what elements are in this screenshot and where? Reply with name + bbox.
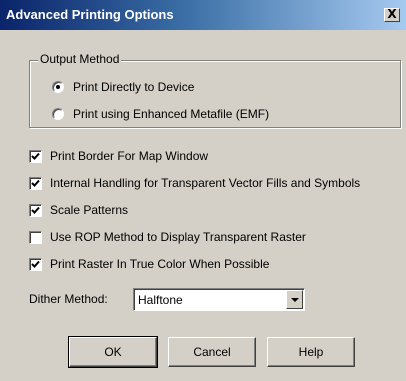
radio-print-emf-indicator[interactable] bbox=[52, 108, 64, 120]
ok-button[interactable]: OK bbox=[68, 336, 158, 368]
output-method-label: Output Method bbox=[38, 52, 122, 66]
radio-print-directly-label: Print Directly to Device bbox=[73, 80, 195, 94]
radio-print-directly[interactable]: Print Directly to Device bbox=[52, 79, 194, 95]
checkbox-rop-method[interactable]: Use ROP Method to Display Transparent Ra… bbox=[29, 229, 306, 245]
checkbox-rop-method-box[interactable] bbox=[29, 230, 42, 244]
checkbox-true-color[interactable]: Print Raster In True Color When Possible bbox=[29, 256, 269, 272]
radio-print-emf[interactable]: Print using Enhanced Metafile (EMF) bbox=[52, 106, 269, 122]
checkbox-true-color-box[interactable] bbox=[29, 257, 42, 271]
close-button[interactable]: X bbox=[384, 8, 400, 22]
checkbox-internal-handling[interactable]: Internal Handling for Transparent Vector… bbox=[29, 175, 360, 191]
checkbox-rop-method-label: Use ROP Method to Display Transparent Ra… bbox=[50, 230, 306, 244]
chevron-down-icon[interactable] bbox=[286, 290, 303, 309]
checkbox-true-color-label: Print Raster In True Color When Possible bbox=[50, 257, 270, 271]
dither-method-select[interactable]: Halftone bbox=[133, 288, 305, 311]
radio-print-emf-label: Print using Enhanced Metafile (EMF) bbox=[73, 107, 270, 121]
checkbox-print-border-label: Print Border For Map Window bbox=[50, 149, 209, 163]
checkbox-internal-handling-box[interactable] bbox=[29, 176, 42, 190]
checkbox-scale-patterns[interactable]: Scale Patterns bbox=[29, 202, 128, 218]
window-title: Advanced Printing Options bbox=[6, 7, 174, 22]
cancel-button[interactable]: Cancel bbox=[168, 337, 256, 367]
help-button[interactable]: Help bbox=[267, 337, 355, 367]
checkbox-print-border-box[interactable] bbox=[29, 149, 42, 163]
checkbox-print-border[interactable]: Print Border For Map Window bbox=[29, 148, 208, 164]
checkbox-scale-patterns-label: Scale Patterns bbox=[50, 203, 129, 217]
checkbox-scale-patterns-box[interactable] bbox=[29, 203, 42, 217]
title-bar: Advanced Printing Options X bbox=[0, 0, 406, 30]
dither-method-label: Dither Method: bbox=[29, 292, 108, 306]
dither-method-value: Halftone bbox=[138, 293, 183, 307]
radio-print-directly-indicator[interactable] bbox=[52, 81, 64, 93]
checkbox-internal-handling-label: Internal Handling for Transparent Vector… bbox=[50, 176, 361, 190]
